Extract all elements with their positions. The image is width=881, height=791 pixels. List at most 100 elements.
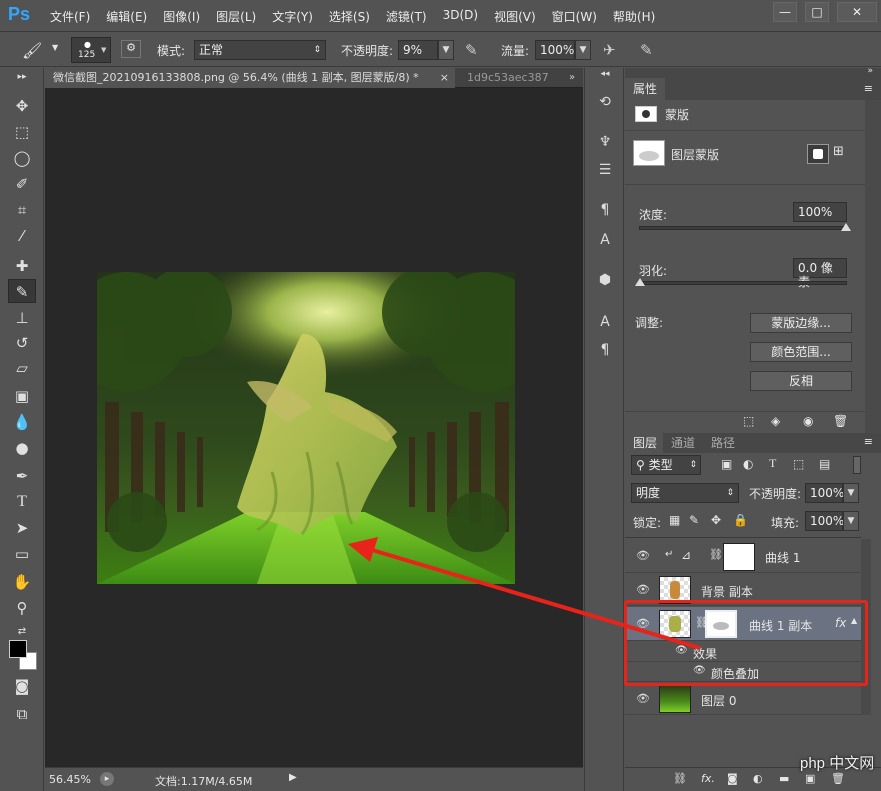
- color-range-button[interactable]: 颜色范围...: [750, 342, 852, 362]
- close-icon[interactable]: ×: [440, 68, 449, 88]
- airbrush-icon[interactable]: ✈: [603, 41, 616, 59]
- pixel-mask-button[interactable]: [807, 144, 829, 164]
- menu-3d[interactable]: 3D(D): [435, 8, 486, 25]
- screen-mode-icon[interactable]: ⧉: [8, 702, 36, 726]
- layer-effects-row[interactable]: 👁 效果: [625, 642, 861, 662]
- status-arrow-icon[interactable]: ▶: [289, 772, 297, 783]
- pen-tool-icon[interactable]: ✒: [8, 464, 36, 488]
- flow-dropdown-icon[interactable]: ▼: [575, 40, 591, 60]
- eraser-tool-icon[interactable]: ▱: [8, 356, 36, 380]
- collapse-arrows-icon[interactable]: ◂◂: [593, 68, 617, 80]
- panel-menu-icon[interactable]: ≡: [864, 435, 873, 448]
- mask-edge-button[interactable]: 蒙版边缘...: [750, 313, 852, 333]
- fx-icon[interactable]: fx: [835, 616, 846, 630]
- brush-panel-toggle-icon[interactable]: ⚙: [121, 40, 141, 58]
- panel-menu-icon[interactable]: ≡: [864, 82, 873, 95]
- trash-icon[interactable]: 🗑: [833, 414, 848, 428]
- visibility-eye-icon[interactable]: 👁: [675, 645, 688, 656]
- menu-edit[interactable]: 编辑(E): [98, 8, 155, 25]
- layers-scrollbar[interactable]: [861, 539, 871, 715]
- menu-help[interactable]: 帮助(H): [605, 8, 663, 25]
- layer-thumbnail[interactable]: [659, 576, 691, 604]
- menu-image[interactable]: 图像(I): [155, 8, 208, 25]
- menu-select[interactable]: 选择(S): [321, 8, 378, 25]
- properties-scrollbar[interactable]: [865, 100, 881, 433]
- filter-pixel-icon[interactable]: ▣: [721, 457, 732, 471]
- visibility-eye-icon[interactable]: 👁: [635, 582, 651, 598]
- more-tabs-icon[interactable]: »: [561, 68, 583, 88]
- brush-tool-icon[interactable]: ✎: [8, 279, 36, 303]
- lock-transparent-icon[interactable]: ▦: [669, 513, 680, 527]
- chevron-down-icon[interactable]: ▼: [52, 43, 58, 52]
- foreground-color-swatch[interactable]: [9, 640, 27, 658]
- blur-tool-icon[interactable]: 💧: [8, 410, 36, 434]
- blend-mode-select[interactable]: 明度 ⇕: [631, 483, 739, 503]
- quick-select-tool-icon[interactable]: ✐: [8, 172, 36, 196]
- adjustments-panel-icon[interactable]: ☰: [593, 158, 617, 182]
- status-menu-icon[interactable]: ▸: [100, 772, 114, 786]
- density-slider[interactable]: [639, 223, 851, 231]
- history-panel-icon[interactable]: ⟲: [593, 90, 617, 114]
- layer-filter-select[interactable]: ⚲ 类型 ⇕: [631, 455, 701, 475]
- tab-channels[interactable]: 通道: [663, 433, 704, 453]
- dodge-tool-icon[interactable]: ●: [8, 436, 36, 460]
- layer-mask-thumbnail[interactable]: [705, 610, 737, 638]
- zoom-tool-icon[interactable]: ⚲: [8, 596, 36, 620]
- mode-select[interactable]: 正常 ⇕: [194, 40, 326, 60]
- menu-type[interactable]: 文字(Y): [264, 8, 321, 25]
- document-tab-active[interactable]: 微信截图_20210916133808.png @ 56.4% (曲线 1 副本…: [45, 68, 455, 88]
- opacity-input[interactable]: 9%: [398, 40, 438, 60]
- lock-all-icon[interactable]: 🔒: [733, 513, 748, 527]
- character-styles-icon[interactable]: A: [593, 228, 617, 252]
- new-adjustment-icon[interactable]: ◐: [753, 772, 763, 785]
- document-tab-2[interactable]: 1d9c53aec387: [459, 68, 549, 88]
- menu-view[interactable]: 视图(V): [486, 8, 544, 25]
- chevron-up-icon[interactable]: ▲: [851, 616, 857, 625]
- layer-row-background-copy[interactable]: 👁 背景 副本: [625, 574, 861, 606]
- menu-window[interactable]: 窗口(W): [544, 8, 605, 25]
- tab-paths[interactable]: 路径: [703, 433, 744, 453]
- feather-slider-knob[interactable]: [635, 278, 645, 286]
- tab-properties[interactable]: 属性: [625, 78, 666, 100]
- path-select-tool-icon[interactable]: ➤: [8, 516, 36, 540]
- new-group-icon[interactable]: ▬: [779, 772, 789, 785]
- lasso-tool-icon[interactable]: ◯: [8, 146, 36, 170]
- paragraph-panel-icon[interactable]: ¶: [593, 338, 617, 362]
- type-tool-icon[interactable]: T: [8, 490, 36, 514]
- feather-input[interactable]: 0.0 像素: [793, 258, 847, 289]
- link-chain-icon[interactable]: ⛓: [709, 548, 723, 561]
- add-mask-icon[interactable]: ◙: [727, 772, 738, 785]
- visibility-eye-icon[interactable]: ◉: [803, 414, 813, 428]
- load-selection-icon[interactable]: ⬚: [743, 414, 754, 428]
- layer-thumbnail[interactable]: [659, 685, 691, 713]
- layer-row-curves-1[interactable]: 👁 ↵ ⊿ ⛓ 曲线 1: [625, 539, 861, 573]
- zoom-level[interactable]: 56.45%: [49, 773, 91, 786]
- pressure-opacity-icon[interactable]: ✎: [465, 41, 478, 59]
- lock-image-icon[interactable]: ✎: [689, 513, 699, 527]
- add-style-icon[interactable]: fx.: [701, 772, 715, 785]
- character-panel-icon[interactable]: A: [593, 310, 617, 334]
- visibility-eye-icon[interactable]: 👁: [693, 665, 706, 676]
- brush-preset-picker[interactable]: ● 125 ▼: [71, 37, 111, 63]
- filter-type-icon[interactable]: T: [769, 456, 776, 471]
- layer-row-layer-0[interactable]: 👁 图层 0: [625, 683, 861, 715]
- fill-input[interactable]: 100%: [805, 511, 844, 531]
- eyedropper-tool-icon[interactable]: ⁄: [8, 224, 36, 248]
- opacity-dropdown-icon[interactable]: ▼: [438, 40, 454, 60]
- fill-dropdown-icon[interactable]: ▼: [843, 511, 859, 531]
- visibility-eye-icon[interactable]: 👁: [635, 691, 651, 707]
- brush-tool-icon[interactable]: 🖌: [22, 41, 42, 60]
- vector-mask-add-icon[interactable]: ⊞: [833, 144, 844, 159]
- filter-toggle-switch[interactable]: [853, 456, 861, 474]
- quick-mask-icon[interactable]: ◙: [8, 674, 36, 698]
- brush-presets-panel-icon[interactable]: ♆: [593, 130, 617, 154]
- layer-opacity-dropdown-icon[interactable]: ▼: [843, 483, 859, 503]
- marquee-tool-icon[interactable]: ⬚: [8, 120, 36, 144]
- menu-file[interactable]: 文件(F): [42, 8, 98, 25]
- paragraph-styles-icon[interactable]: ¶: [593, 198, 617, 222]
- layer-thumbnail[interactable]: [659, 610, 691, 638]
- link-layers-icon[interactable]: ⛓: [673, 772, 687, 785]
- density-input[interactable]: 100%: [793, 202, 847, 222]
- feather-slider[interactable]: [635, 278, 847, 286]
- gradient-tool-icon[interactable]: ▣: [8, 384, 36, 408]
